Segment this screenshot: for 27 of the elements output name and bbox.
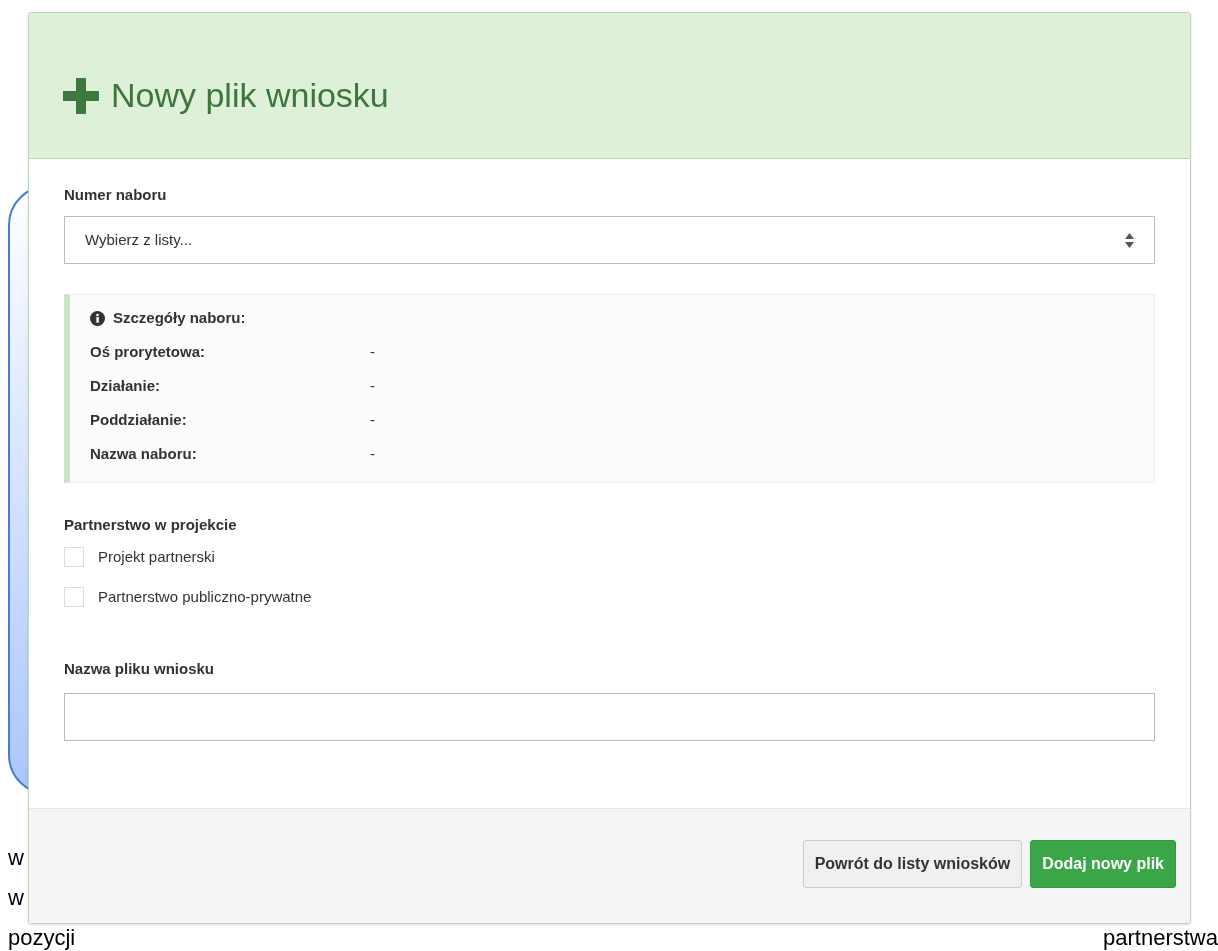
dialog-title: Nowy plik wniosku	[111, 75, 389, 116]
field-label: Nazwa pliku wniosku	[64, 659, 216, 679]
document-text: pozycji	[8, 926, 76, 950]
details-heading: Szczegóły naboru:	[113, 308, 246, 328]
checkbox-label: Partnerstwo publiczno-prywatne	[98, 587, 312, 607]
detail-value: -	[370, 410, 375, 430]
back-button[interactable]: Powrót do listy wniosków	[802, 840, 1023, 888]
plus-icon	[63, 77, 99, 114]
detail-label: Nazwa naboru:	[90, 444, 198, 464]
checkbox-label: Projekt partnerski	[98, 547, 215, 567]
detail-value: -	[370, 444, 375, 464]
detail-label: Działanie:	[90, 376, 162, 396]
detail-value: -	[370, 376, 375, 396]
document-text: w	[8, 846, 24, 870]
detail-label: Poddziałanie:	[90, 410, 188, 430]
info-icon	[90, 310, 105, 326]
field-label: Numer naboru	[64, 185, 168, 205]
sort-caret-icon	[1125, 232, 1134, 248]
file-name-field[interactable]	[64, 693, 1155, 741]
field-label: Partnerstwo w projekcie	[64, 515, 238, 535]
recruitment-select[interactable]: Wybierz z listy...	[64, 216, 1155, 264]
checkbox[interactable]	[64, 547, 84, 567]
detail-value: -	[370, 342, 375, 362]
document-text: partnerstwa	[1103, 926, 1218, 950]
detail-label: Oś prorytetowa:	[90, 342, 207, 362]
checkbox[interactable]	[64, 587, 84, 607]
document-text: w	[8, 886, 24, 910]
